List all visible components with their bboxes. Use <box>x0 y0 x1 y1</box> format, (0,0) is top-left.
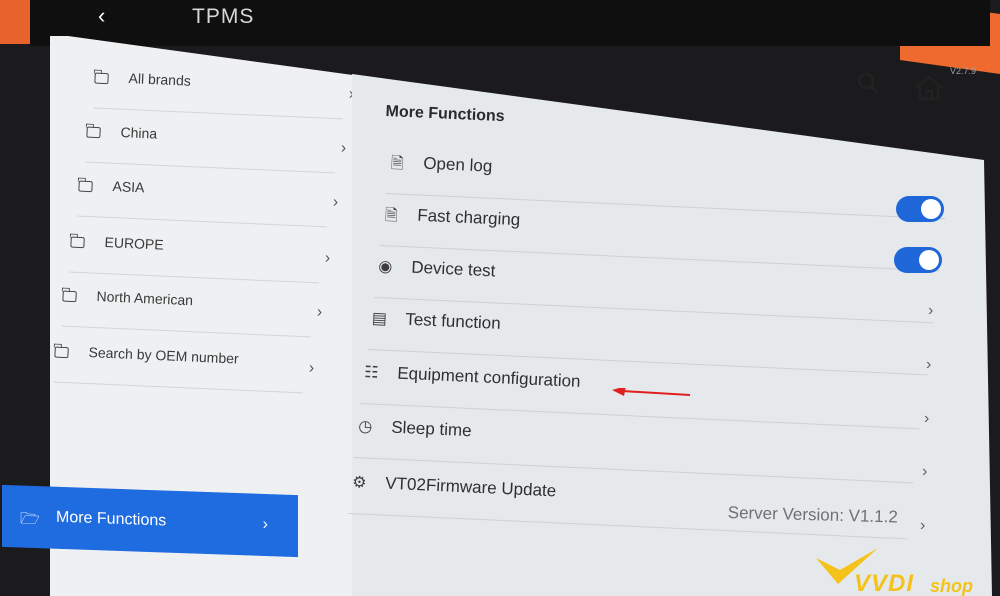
folder-icon <box>62 290 77 303</box>
back-arrow-icon[interactable]: ‹ <box>98 4 128 28</box>
log-icon: 🗎 <box>390 155 405 173</box>
row-label: Device test <box>410 257 496 281</box>
watermark-suffix: shop <box>930 576 973 596</box>
row-label: VT02Firmware Update <box>384 473 557 501</box>
sidebar-item-label: China <box>120 124 158 142</box>
test-icon: ▤ <box>371 310 388 328</box>
chevron-right-icon: › <box>922 463 928 480</box>
folder-icon <box>86 126 101 139</box>
folder-icon <box>94 72 109 85</box>
home-icon[interactable] <box>912 74 946 102</box>
sidebar-item-all-brands[interactable]: All brands › <box>93 68 354 120</box>
row-label: Equipment configuration <box>396 363 581 391</box>
sidebar-item-north-american[interactable]: North American › <box>61 286 322 338</box>
folder-icon <box>54 346 69 359</box>
sidebar-item-asia[interactable]: ASIA › <box>77 176 338 228</box>
device-icon: ◉ <box>377 258 393 276</box>
row-label: Test function <box>404 309 502 333</box>
sidebar-item-search-oem[interactable]: Search by OEM number › <box>53 342 314 394</box>
watermark-brand: VVDI <box>854 570 915 596</box>
chevron-right-icon: › <box>332 193 339 211</box>
row-label: Sleep time <box>390 417 473 441</box>
config-icon: ☷ <box>363 364 379 382</box>
page-title: TPMS <box>192 5 255 28</box>
sidebar-item-more-functions[interactable]: 🗁 More Functions › <box>2 484 298 558</box>
chevron-right-icon: › <box>308 359 315 377</box>
chevron-right-icon: › <box>262 515 268 534</box>
chevron-right-icon: › <box>924 410 930 427</box>
chevron-right-icon: › <box>926 356 932 373</box>
chip-icon: ⚙ <box>351 474 367 492</box>
sidebar-item-label: EUROPE <box>104 234 165 253</box>
fast-charging-toggle[interactable] <box>896 196 944 222</box>
chevron-right-icon: › <box>920 517 926 534</box>
row-label: Fast charging <box>416 205 521 230</box>
sidebar-item-label: ASIA <box>112 178 145 196</box>
version-tag: V2.7.9 <box>950 66 977 76</box>
clock-icon: ◷ <box>357 418 373 436</box>
folder-icon <box>78 180 93 193</box>
chevron-right-icon: › <box>324 249 331 267</box>
charging-icon: 🗎 <box>384 207 399 225</box>
device-test-toggle[interactable] <box>894 247 942 273</box>
sidebar-item-china[interactable]: China › <box>85 122 346 174</box>
sidebar-item-label: North American <box>96 288 194 309</box>
sidebar-item-label: Search by OEM number <box>88 344 239 367</box>
chevron-right-icon: › <box>340 139 347 157</box>
row-label: Open log <box>422 153 493 176</box>
search-icon[interactable] <box>855 70 881 96</box>
folder-icon <box>70 236 85 249</box>
folder-open-icon: 🗁 <box>20 510 40 529</box>
chevron-right-icon: › <box>316 303 323 321</box>
sidebar-item-europe[interactable]: EUROPE › <box>69 232 330 284</box>
sidebar-item-label: All brands <box>128 70 192 89</box>
annotation-arrow-icon <box>612 388 691 396</box>
chevron-right-icon: › <box>928 302 934 319</box>
sidebar-item-label: More Functions <box>56 508 167 530</box>
